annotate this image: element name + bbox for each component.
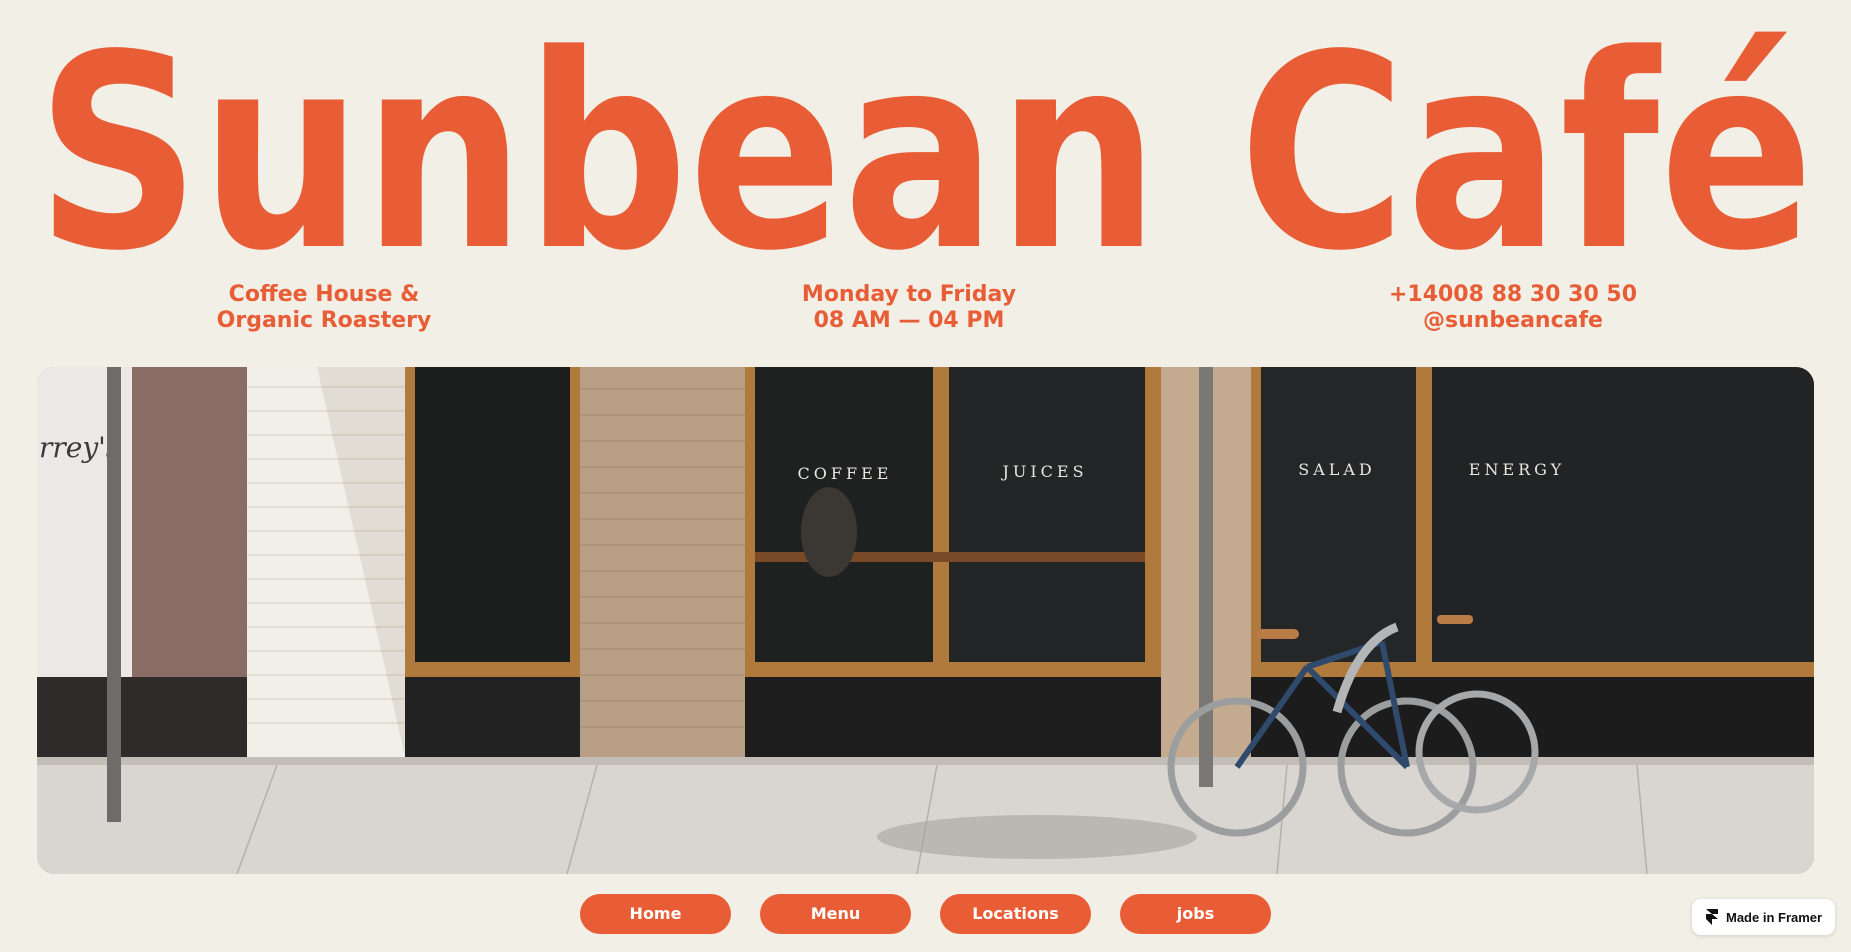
main-nav: Home Menu Locations jobs (0, 894, 1851, 934)
brand-title-text: Sunbean Café (36, 0, 1814, 260)
nav-locations-button[interactable]: Locations (940, 894, 1091, 934)
sign-salad: SALAD (1298, 460, 1376, 479)
info-row: Coffee House & Organic Roastery Monday t… (0, 282, 1851, 342)
sign-juices: JUICES (1000, 462, 1087, 481)
nav-home-button[interactable]: Home (580, 894, 731, 934)
sign-energy: ENERGY (1469, 460, 1565, 479)
framer-icon (1706, 909, 1718, 925)
sign-coffee: COFFEE (798, 464, 893, 483)
opening-hours: Monday to Friday 08 AM — 04 PM (709, 282, 1109, 334)
tagline-line-1: Coffee House & (228, 282, 420, 307)
hero-image: rrey's COFFEE JUICES SALAD ENERGY (37, 367, 1814, 874)
brand-title: Sunbean Café (0, 0, 1851, 260)
social-handle[interactable]: @sunbeancafe (1313, 308, 1713, 334)
made-in-framer-badge[interactable]: Made in Framer (1692, 899, 1835, 935)
phone-number[interactable]: +14008 88 30 30 50 (1313, 282, 1713, 308)
nav-jobs-button[interactable]: jobs (1120, 894, 1271, 934)
hours-time: 08 AM — 04 PM (813, 308, 1005, 333)
hours-days: Monday to Friday (801, 282, 1017, 307)
tagline-line-2: Organic Roastery (216, 308, 432, 333)
nav-menu-button[interactable]: Menu (760, 894, 911, 934)
made-in-framer-label: Made in Framer (1726, 909, 1823, 925)
contact-info: +14008 88 30 30 50 @sunbeancafe (1313, 282, 1713, 334)
tagline: Coffee House & Organic Roastery (124, 282, 524, 334)
